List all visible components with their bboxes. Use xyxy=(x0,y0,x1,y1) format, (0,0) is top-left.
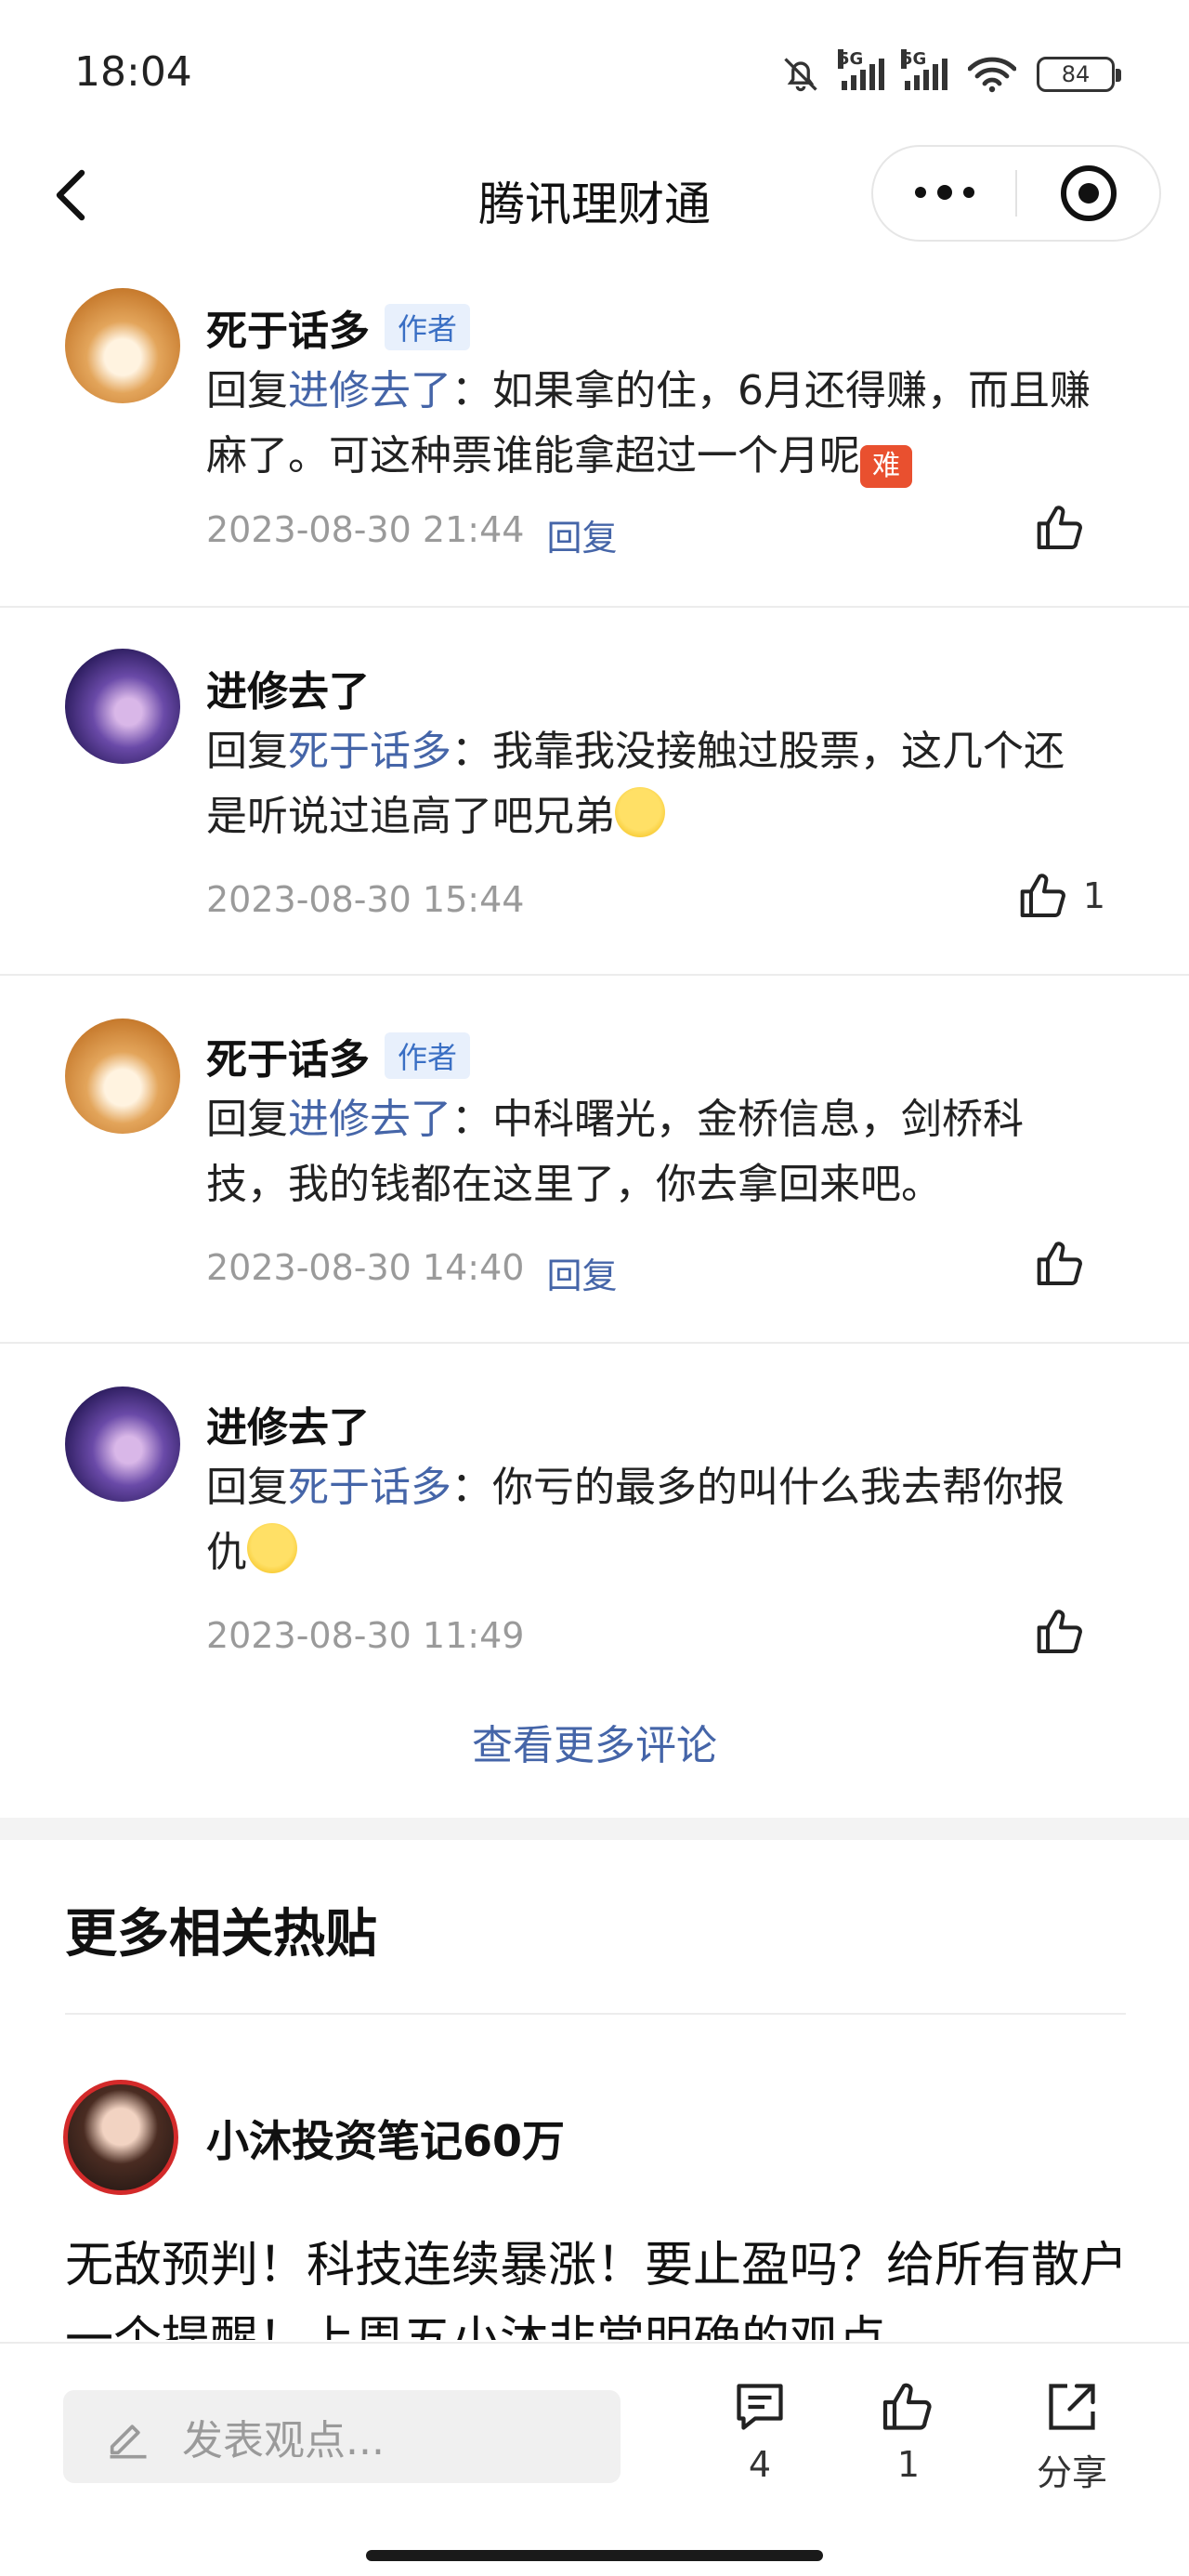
like-button[interactable] xyxy=(1035,502,1087,554)
bottom-action-bar: 发表观点... 4 1 分享 xyxy=(0,2342,1189,2576)
avatar[interactable] xyxy=(65,1387,180,1502)
comment-icon xyxy=(737,2384,783,2430)
thumbs-up-icon xyxy=(1037,1610,1082,1653)
thumbs-up-icon xyxy=(1037,506,1082,549)
comment-count-button[interactable]: 4 xyxy=(704,2379,816,2485)
comment-text: 回复死于话多：我靠我没接触过股票，这几个还是听说过追高了吧兄弟 xyxy=(206,728,1065,840)
like-button[interactable] xyxy=(1035,1606,1087,1658)
avatar[interactable] xyxy=(65,288,180,403)
related-posts-title: 更多相关热贴 xyxy=(65,1904,377,1965)
mini-program-capsule xyxy=(871,145,1161,242)
thumbs-up-icon xyxy=(1037,1242,1082,1285)
comment-author[interactable]: 进修去了 xyxy=(206,1394,370,1453)
grinning-face-emoji-icon xyxy=(247,1523,297,1573)
comment-input-placeholder: 发表观点... xyxy=(182,2417,385,2464)
close-mini-program-button[interactable] xyxy=(1017,165,1159,221)
reply-button[interactable]: 回复 xyxy=(546,1247,617,1298)
mute-bell-icon xyxy=(784,58,817,92)
thumbs-up-icon xyxy=(882,2383,932,2430)
wifi-icon xyxy=(968,57,1016,93)
hard-emoji-icon: 难 xyxy=(860,445,912,488)
view-more-comments-link[interactable]: 查看更多评论 xyxy=(0,1712,1189,1771)
like-button[interactable]: 1 xyxy=(1018,870,1105,922)
more-options-button[interactable] xyxy=(873,185,1015,200)
section-separator xyxy=(0,1818,1189,1840)
signal-icon-2: 5G xyxy=(901,49,947,90)
comment-author[interactable]: 死于话多 作者 xyxy=(206,1026,471,1085)
share-icon xyxy=(1049,2384,1095,2430)
status-icons: 5G 5G 84 xyxy=(780,49,1121,95)
mention-link[interactable]: 死于话多 xyxy=(288,728,451,775)
avatar[interactable] xyxy=(65,649,180,764)
comment-time: 2023-08-30 15:44 xyxy=(206,879,525,920)
mention-link[interactable]: 进修去了 xyxy=(288,1096,451,1143)
like-button[interactable] xyxy=(1035,1238,1087,1290)
comment-input[interactable]: 发表观点... xyxy=(63,2390,621,2483)
status-bar: 18:04 5G 5G 84 xyxy=(0,0,1189,139)
comment-time: 2023-08-30 14:40 xyxy=(206,1247,525,1288)
mention-link[interactable]: 死于话多 xyxy=(288,1464,451,1511)
comment-meta: 2023-08-30 11:49 xyxy=(206,1615,524,1656)
avatar[interactable] xyxy=(63,2080,178,2195)
nav-bar: 腾讯理财通 xyxy=(0,139,1189,251)
dizzy-face-emoji-icon xyxy=(615,787,665,837)
like-count: 1 xyxy=(896,2444,921,2485)
thumbs-up-icon xyxy=(1020,874,1065,917)
divider xyxy=(65,2013,1126,2015)
record-circle-icon xyxy=(1060,165,1117,221)
comment-meta: 2023-08-30 14:40 回复 xyxy=(206,1247,617,1298)
mention-link[interactable]: 进修去了 xyxy=(288,367,451,414)
comment-meta: 2023-08-30 15:44 xyxy=(206,879,524,920)
like-post-button[interactable]: 1 xyxy=(853,2379,964,2485)
post-author[interactable]: 小沐投资笔记60万 xyxy=(206,2108,565,2169)
author-badge: 作者 xyxy=(385,304,471,350)
comment-author[interactable]: 死于话多 作者 xyxy=(206,297,471,357)
like-count: 1 xyxy=(1082,875,1105,916)
comment-author[interactable]: 进修去了 xyxy=(206,658,370,717)
signal-icon-1: 5G xyxy=(838,49,884,90)
comment-meta: 2023-08-30 21:44 回复 xyxy=(206,509,617,560)
battery-icon: 84 xyxy=(1037,57,1121,92)
author-badge: 作者 xyxy=(385,1032,471,1079)
comment-item: 死于话多 作者 回复进修去了：中科曙光，金桥信息，剑桥科技，我的钱都在这里了，你去… xyxy=(0,976,1189,1344)
avatar[interactable] xyxy=(65,1019,180,1134)
comment-text: 回复死于话多：你亏的最多的叫什么我去帮你报仇 xyxy=(206,1464,1065,1576)
pencil-icon xyxy=(110,2425,147,2459)
share-label: 分享 xyxy=(1036,2452,1107,2493)
home-indicator[interactable] xyxy=(366,2550,823,2561)
comment-count: 4 xyxy=(748,2444,772,2485)
reply-button[interactable]: 回复 xyxy=(546,509,617,560)
comment-item: 死于话多 作者 回复进修去了：如果拿的住，6月还得赚，而且赚麻了。可这种票谁能拿超… xyxy=(0,269,1189,608)
comment-item: 进修去了 回复死于话多：我靠我没接触过股票，这几个还是听说过追高了吧兄弟 202… xyxy=(0,608,1189,976)
post-preview-text[interactable]: 无敌预判！科技连续暴涨！要止盈吗？给所有散户一个提醒！上周五小沐非常明确的观点 xyxy=(65,2228,1133,2340)
comment-time: 2023-08-30 11:49 xyxy=(206,1615,525,1656)
comment-text: 回复进修去了：如果拿的住，6月还得赚，而且赚麻了。可这种票谁能拿超过一个月呢难 xyxy=(206,359,1098,489)
status-time: 18:04 xyxy=(74,48,192,96)
comment-time: 2023-08-30 21:44 xyxy=(206,509,525,550)
share-button[interactable]: 分享 xyxy=(1016,2379,1128,2495)
comment-text: 回复进修去了：中科曙光，金桥信息，剑桥科技，我的钱都在这里了，你去拿回来吧。 xyxy=(206,1096,1024,1208)
